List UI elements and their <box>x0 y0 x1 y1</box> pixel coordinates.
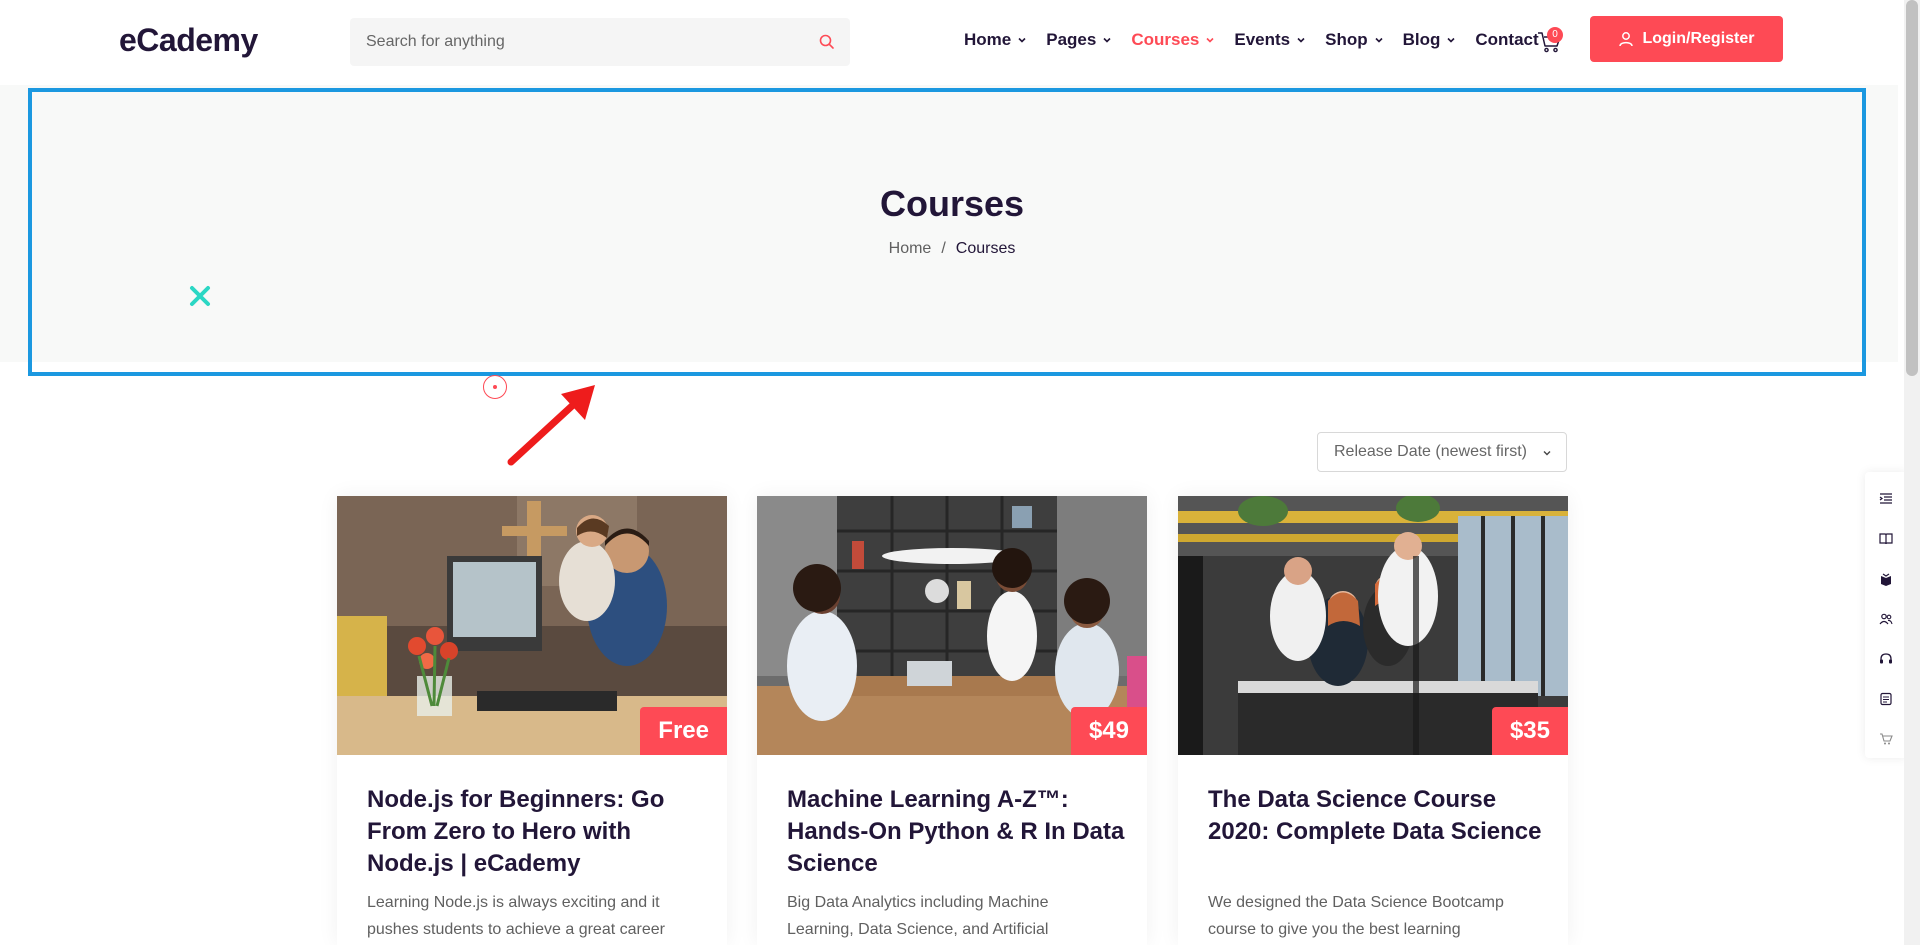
course-title[interactable]: The Data Science Course 2020: Complete D… <box>1208 784 1548 848</box>
nav-item-shop[interactable]: Shop <box>1325 30 1384 50</box>
search-input[interactable] <box>350 18 850 66</box>
chevron-down-icon <box>1447 37 1455 43</box>
blog-icon[interactable] <box>1879 692 1893 706</box>
sort-select[interactable]: Release Date (newest first) <box>1317 432 1567 472</box>
nav-item-home[interactable]: Home <box>964 30 1027 50</box>
nav-label: Events <box>1234 30 1291 49</box>
nav-item-blog[interactable]: Blog <box>1403 30 1457 50</box>
chevron-down-icon <box>1375 37 1383 43</box>
course-image[interactable]: $35 <box>1178 496 1568 755</box>
login-label: Login/Register <box>1642 30 1755 47</box>
book-icon[interactable] <box>1879 572 1893 586</box>
nav-item-contact[interactable]: Contact <box>1475 30 1538 50</box>
site-header: eCademy Home Pages Courses Events Shop <box>0 0 1898 85</box>
search-bar <box>350 18 850 66</box>
nav-label: Home <box>964 30 1012 49</box>
chevron-down-icon <box>1206 37 1214 43</box>
cart-count-badge: 0 <box>1547 27 1563 43</box>
nav-label: Shop <box>1325 30 1368 49</box>
book-open-icon[interactable] <box>1879 532 1893 546</box>
sort-selected-value: Release Date (newest first) <box>1334 443 1527 460</box>
nav-label: Pages <box>1046 30 1097 49</box>
scrollbar-thumb[interactable] <box>1906 0 1918 376</box>
nav-item-events[interactable]: Events <box>1234 30 1306 50</box>
course-card[interactable]: Free Node.js for Beginners: Go From Zero… <box>337 496 727 945</box>
course-card[interactable]: $35 The Data Science Course 2020: Comple… <box>1178 496 1568 945</box>
decorative-circle-shape <box>483 375 507 399</box>
course-description: Big Data Analytics including Machine Lea… <box>787 894 1049 938</box>
user-icon <box>1619 32 1634 47</box>
nav-label: Courses <box>1131 30 1200 49</box>
main-nav: Home Pages Courses Events Shop Blog Cont… <box>964 30 1558 50</box>
menu-list-icon[interactable] <box>1879 492 1893 506</box>
course-description: Learning Node.js is always exciting and … <box>367 894 665 938</box>
side-dock <box>1865 472 1907 758</box>
price-badge: $35 <box>1491 707 1568 755</box>
chevron-down-icon <box>1018 37 1026 43</box>
headset-icon[interactable] <box>1879 652 1893 666</box>
annotation-arrow-icon <box>507 385 595 466</box>
course-title[interactable]: Machine Learning A-Z™: Hands-On Python &… <box>787 784 1127 880</box>
highlight-annotation-box <box>28 88 1866 376</box>
course-description: We designed the Data Science Bootcamp co… <box>1208 894 1504 938</box>
users-icon[interactable] <box>1879 612 1893 626</box>
course-image[interactable]: Free <box>337 496 727 755</box>
course-title[interactable]: Node.js for Beginners: Go From Zero to H… <box>367 784 707 880</box>
login-register-button[interactable]: Login/Register <box>1590 16 1783 62</box>
site-logo[interactable]: eCademy <box>119 22 258 59</box>
chevron-down-icon <box>1297 37 1305 43</box>
cart-icon[interactable] <box>1879 732 1893 746</box>
nav-item-pages[interactable]: Pages <box>1046 30 1112 50</box>
course-card[interactable]: $49 Machine Learning A-Z™: Hands-On Pyth… <box>757 496 1147 945</box>
chevron-down-icon <box>1543 451 1551 456</box>
price-badge: Free <box>640 707 727 755</box>
nav-label: Blog <box>1402 30 1441 49</box>
chevron-down-icon <box>1103 37 1111 43</box>
nav-item-courses[interactable]: Courses <box>1131 30 1215 50</box>
price-badge: $49 <box>1070 707 1147 755</box>
nav-label: Contact <box>1475 30 1539 49</box>
course-image[interactable]: $49 <box>757 496 1147 755</box>
search-icon[interactable] <box>818 33 836 51</box>
